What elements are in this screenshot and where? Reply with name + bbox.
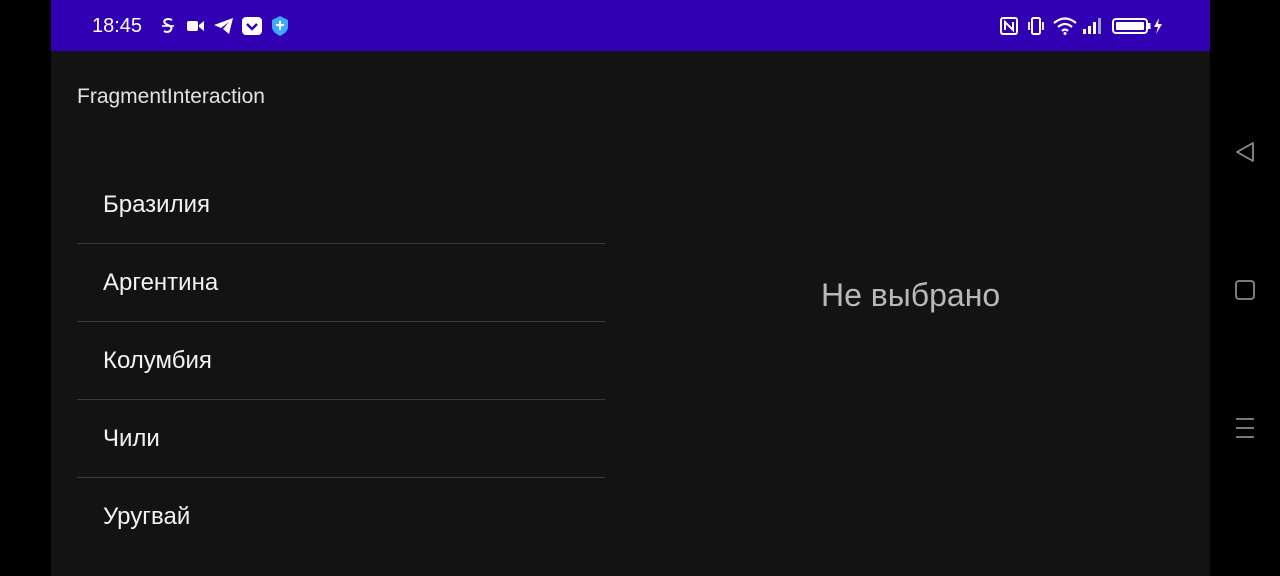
shield-icon bbox=[269, 14, 291, 38]
status-bar: 18:45 bbox=[51, 0, 1210, 51]
list-item[interactable]: Бразилия bbox=[77, 166, 605, 244]
battery-charging-icon bbox=[1112, 14, 1164, 38]
s-app-icon bbox=[159, 14, 177, 38]
navigation-bar bbox=[1210, 0, 1280, 576]
status-time: 18:45 bbox=[92, 15, 143, 37]
telegram-icon bbox=[213, 14, 235, 38]
list-item-label: Колумбия bbox=[103, 347, 212, 374]
list-item-label: Чили bbox=[103, 425, 160, 452]
list-item-label: Бразилия bbox=[103, 191, 210, 218]
list-item[interactable]: Колумбия bbox=[77, 322, 605, 400]
app-screen: 18:45 FragmentInteraction Бразилия Арген… bbox=[51, 0, 1210, 576]
menu-icon[interactable] bbox=[1232, 415, 1258, 441]
vibrate-icon bbox=[1025, 14, 1047, 38]
list-item[interactable]: Аргентина bbox=[77, 244, 605, 322]
list-item[interactable]: Чили bbox=[77, 400, 605, 478]
list-item-label: Уругвай bbox=[103, 503, 191, 530]
video-camera-icon bbox=[186, 14, 206, 38]
wifi-icon bbox=[1052, 14, 1078, 38]
nfc-icon bbox=[999, 14, 1019, 38]
list-item[interactable]: Уругвай bbox=[77, 478, 605, 556]
back-icon[interactable] bbox=[1232, 139, 1258, 165]
detail-text: Не выбрано bbox=[821, 277, 1001, 313]
country-list: Бразилия Аргентина Колумбия Чили Уругвай bbox=[77, 166, 605, 556]
list-item-label: Аргентина bbox=[103, 269, 219, 296]
cellular-signal-icon bbox=[1082, 14, 1104, 38]
home-icon[interactable] bbox=[1232, 277, 1258, 303]
pocket-icon bbox=[241, 14, 263, 38]
app-title: FragmentInteraction bbox=[77, 85, 265, 108]
